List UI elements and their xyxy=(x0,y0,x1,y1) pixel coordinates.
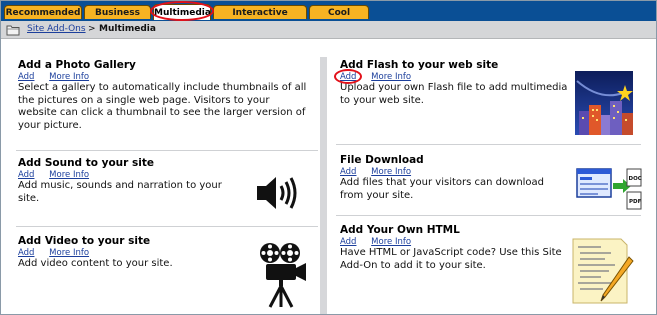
breadcrumb-current: Multimedia xyxy=(99,24,156,34)
addon-photo-gallery: Add a Photo Gallery Add More Info Select… xyxy=(18,59,308,132)
breadcrumb-site-addons-link[interactable]: Site Add-Ons xyxy=(27,21,86,38)
more-info-link[interactable]: More Info xyxy=(371,72,411,82)
addon-description: Add music, sounds and narration to your … xyxy=(18,180,222,204)
breadcrumb: Site Add-Ons > Multimedia xyxy=(1,21,656,39)
tab-bar: Recommended Business Tools Multimedia In… xyxy=(1,1,656,32)
add-link[interactable]: Add xyxy=(340,237,356,247)
tab-business-tools[interactable]: Business Tools xyxy=(84,5,151,32)
add-link[interactable]: Add xyxy=(340,167,356,177)
code-note-pencil-icon xyxy=(572,238,634,304)
add-link[interactable]: Add xyxy=(18,170,34,180)
addon-title: Add Video to your site xyxy=(18,235,151,247)
addon-description: Have HTML or JavaScript code? Use this S… xyxy=(340,247,562,271)
divider xyxy=(336,215,641,216)
tab-recommended[interactable]: Recommended xyxy=(4,5,82,19)
addons-panel: Recommended Business Tools Multimedia In… xyxy=(0,0,657,315)
speaker-icon xyxy=(257,177,297,209)
addon-flash: Add Flash to your web site Add More Info… xyxy=(340,59,570,107)
addon-description: Add video content to your site. xyxy=(18,258,173,269)
folder-icon xyxy=(6,25,20,36)
addon-title: Add Sound to your site xyxy=(18,157,154,169)
addons-content: Add a Photo Gallery Add More Info Select… xyxy=(1,39,656,314)
divider xyxy=(16,150,318,151)
divider xyxy=(336,144,641,145)
addon-description: Select a gallery to automatically includ… xyxy=(18,82,307,131)
more-info-link[interactable]: More Info xyxy=(49,248,89,258)
tab-multimedia[interactable]: Multimedia xyxy=(153,4,211,20)
addon-video: Add Video to your site Add More Info Add… xyxy=(18,235,233,271)
addon-html: Add Your Own HTML Add More Info Have HTM… xyxy=(340,224,565,272)
breadcrumb-separator: > xyxy=(88,24,96,34)
more-info-link[interactable]: More Info xyxy=(49,72,89,82)
tab-interactive-features[interactable]: Interactive Features xyxy=(213,5,307,32)
more-info-link[interactable]: More Info xyxy=(371,237,411,247)
film-camera-icon xyxy=(260,243,306,308)
svg-text:DOC: DOC xyxy=(629,176,642,182)
night-city-star-icon xyxy=(575,71,633,135)
add-link[interactable]: Add xyxy=(18,248,34,258)
tab-cool-content[interactable]: Cool Content xyxy=(309,5,369,32)
addon-sound: Add Sound to your site Add More Info Add… xyxy=(18,157,233,205)
column-divider xyxy=(320,57,327,314)
addon-title: Add Your Own HTML xyxy=(340,224,460,236)
more-info-link[interactable]: More Info xyxy=(49,170,89,180)
svg-text:PDF: PDF xyxy=(629,199,642,205)
add-link[interactable]: Add xyxy=(18,72,34,82)
addon-description: Upload your own Flash file to add multim… xyxy=(340,82,568,106)
addon-title: File Download xyxy=(340,154,424,166)
addon-title: Add a Photo Gallery xyxy=(18,59,136,71)
divider xyxy=(16,226,318,227)
add-link[interactable]: Add xyxy=(340,72,356,82)
addon-file-download: File Download Add More Info Add files th… xyxy=(340,154,565,202)
addon-description: Add files that your visitors can downloa… xyxy=(340,177,545,201)
addon-title: Add Flash to your web site xyxy=(340,59,499,71)
document-download-icon: DOC PDF xyxy=(576,168,642,210)
more-info-link[interactable]: More Info xyxy=(371,167,411,177)
